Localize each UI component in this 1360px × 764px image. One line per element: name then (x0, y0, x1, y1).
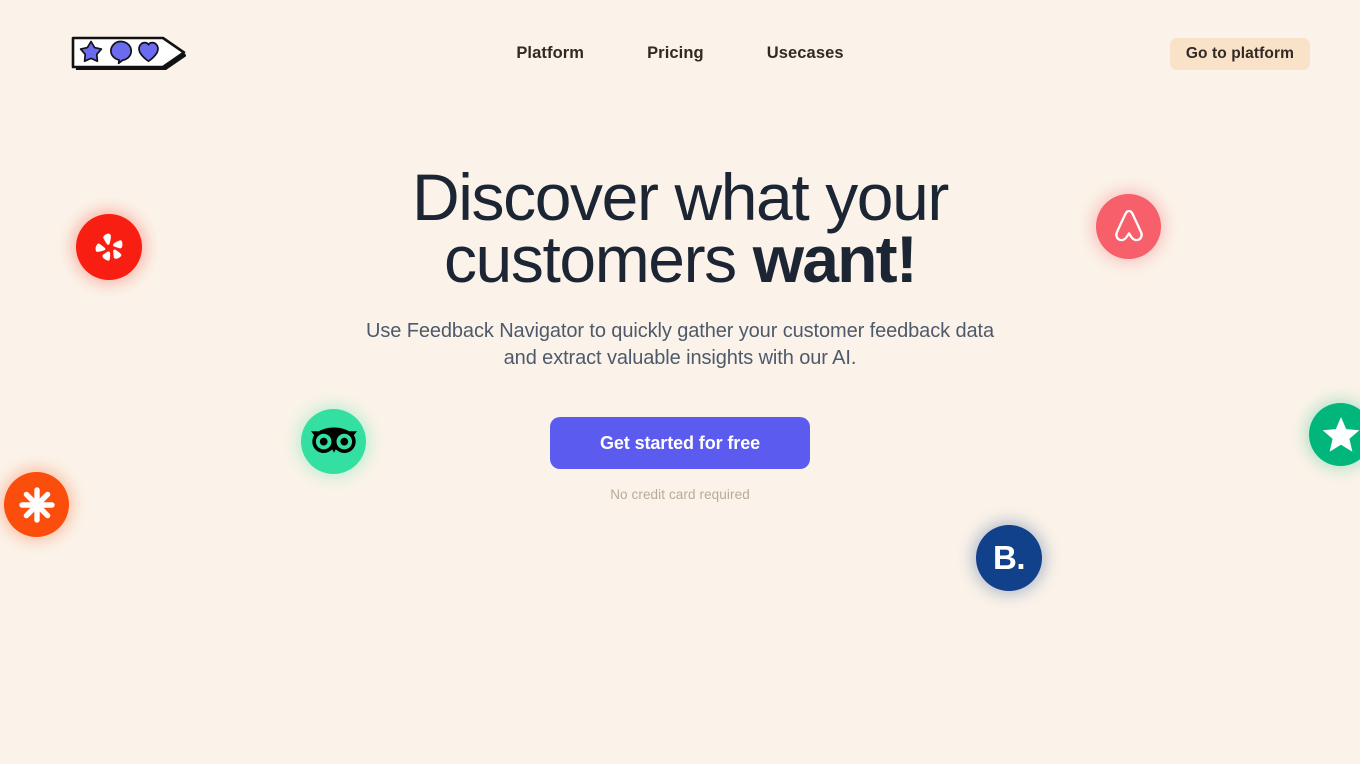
hero-section: Discover what your customers want! Use F… (0, 0, 1360, 764)
page-title-regular: Discover what your customers (412, 160, 949, 296)
tripadvisor-logo-badge (301, 409, 366, 474)
booking-logo-badge: B. (976, 525, 1042, 591)
feedback-navigator-logo[interactable] (68, 30, 186, 75)
go-to-platform-button[interactable]: Go to platform (1169, 38, 1310, 70)
logo-banner-icon (71, 36, 186, 70)
booking-b-icon: B. (993, 538, 1026, 576)
cta-note: No credit card required (610, 487, 750, 502)
yelp-logo-badge (76, 214, 142, 280)
airbnb-belo-icon (1114, 209, 1143, 241)
nav-item-platform[interactable]: Platform (516, 40, 584, 66)
airbnb-logo-badge (1096, 194, 1161, 259)
asterisk-icon (18, 486, 55, 523)
star-icon (1322, 416, 1359, 452)
trustpilot-logo-badge (1309, 403, 1360, 466)
main-navigation: Platform Pricing Usecases (0, 40, 1360, 66)
page-title-emphasis: want! (752, 222, 918, 296)
asterisk-logo-badge (4, 472, 69, 537)
page-title: Discover what your customers want! (330, 164, 1030, 292)
tripadvisor-owl-icon (310, 427, 357, 453)
nav-item-usecases[interactable]: Usecases (767, 40, 844, 66)
nav-item-pricing[interactable]: Pricing (647, 40, 704, 66)
hero-subtitle: Use Feedback Navigator to quickly gather… (366, 320, 994, 369)
site-header: Platform Pricing Usecases Go to platform (0, 0, 1360, 105)
yelp-burst-icon (95, 233, 123, 261)
get-started-button[interactable]: Get started for free (550, 417, 810, 469)
